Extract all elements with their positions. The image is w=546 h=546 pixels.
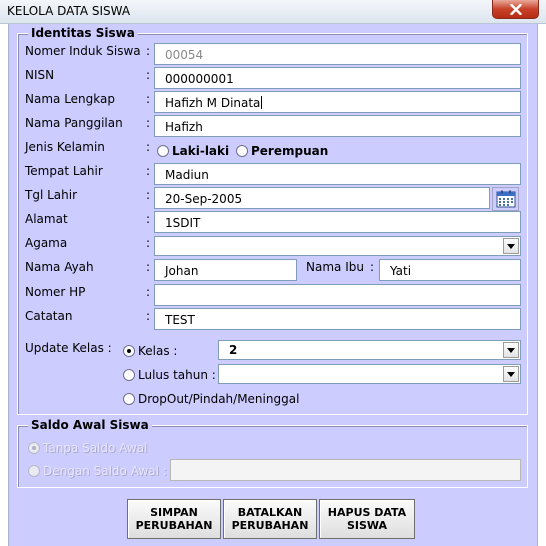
agama-label: Agama	[25, 236, 68, 250]
nama-ayah-label: Nama Ayah	[25, 260, 94, 274]
nisn-colon: :	[146, 68, 151, 82]
radio-lulus[interactable]: Lulus tahun :	[123, 368, 216, 382]
saldo-group-title: Saldo Awal Siswa	[28, 418, 152, 432]
tempat-lahir-label: Tempat Lahir	[25, 164, 103, 178]
radio-dengan-saldo[interactable]: Dengan Saldo Awal :	[28, 464, 167, 478]
tempat-lahir-colon: :	[146, 164, 151, 178]
calendar-icon	[496, 190, 515, 208]
nama-lengkap-value: Hafizh M Dinata	[165, 96, 261, 110]
agama-select[interactable]	[154, 236, 521, 256]
calendar-button[interactable]	[492, 187, 519, 211]
radio-kelas-circle[interactable]	[123, 345, 135, 357]
agama-colon: :	[146, 236, 151, 250]
nis-label: Nomer Induk Siswa	[25, 44, 141, 58]
identitas-group-title: Identitas Siswa	[28, 26, 138, 40]
nomer-hp-colon: :	[146, 285, 151, 299]
nama-lengkap-label: Nama Lengkap	[25, 92, 115, 106]
nis-colon: :	[146, 44, 151, 58]
saldo-amount-field[interactable]	[170, 459, 521, 481]
radio-dropout-circle[interactable]	[123, 393, 135, 405]
catatan-field[interactable]: TEST	[154, 308, 521, 330]
tgl-lahir-label: Tgl Lahir	[25, 188, 78, 202]
nama-panggilan-colon: :	[146, 116, 151, 130]
nama-lengkap-field[interactable]: Hafizh M Dinata	[154, 91, 521, 113]
update-kelas-label: Update Kelas :	[25, 341, 112, 355]
nama-panggilan-field[interactable]: Hafizh	[154, 115, 521, 137]
radio-dropout[interactable]: DropOut/Pindah/Meninggal	[123, 392, 299, 406]
radio-tanpa-saldo-label: Tanpa Saldo Awal	[43, 441, 148, 455]
kelas-value: 2	[229, 343, 238, 357]
radio-dengan-saldo-circle[interactable]	[28, 465, 40, 477]
nama-lengkap-colon: :	[146, 92, 151, 106]
chevron-down-icon	[507, 371, 515, 377]
alamat-label: Alamat	[25, 212, 68, 226]
radio-laki-laki-label: Laki-laki	[172, 144, 230, 158]
close-button[interactable]	[492, 0, 539, 19]
alamat-field[interactable]: 1SDIT	[154, 211, 521, 233]
radio-laki-laki[interactable]: Laki-laki	[157, 144, 229, 158]
tgl-lahir-field[interactable]: 20-Sep-2005	[154, 187, 490, 209]
nisn-label: NISN	[25, 68, 55, 82]
nomer-hp-field[interactable]	[154, 284, 521, 306]
kelas-dropdown-button[interactable]	[503, 342, 519, 358]
radio-tanpa-saldo[interactable]: Tanpa Saldo Awal	[28, 441, 147, 455]
close-icon	[509, 3, 522, 15]
hapus-data-siswa-button[interactable]: HAPUS DATA SISWA	[319, 499, 415, 539]
lulus-dropdown-button[interactable]	[503, 366, 519, 382]
nomer-hp-label: Nomer HP	[25, 285, 86, 299]
radio-perempuan[interactable]: Perempuan	[236, 144, 328, 158]
chevron-down-icon	[507, 243, 515, 249]
nama-ibu-colon: :	[370, 260, 375, 274]
window-title: KELOLA DATA SISWA	[7, 4, 131, 18]
radio-tanpa-saldo-circle[interactable]	[28, 442, 40, 454]
catatan-label: Catatan	[25, 309, 73, 323]
window-title-bar: KELOLA DATA SISWA	[0, 0, 546, 24]
radio-kelas[interactable]: Kelas :	[123, 344, 177, 358]
nis-field[interactable]: 00054	[154, 43, 521, 65]
catatan-colon: :	[146, 309, 151, 323]
nama-ibu-field[interactable]: Yati	[379, 259, 521, 281]
nama-ibu-label: Nama Ibu	[306, 260, 364, 274]
text-caret	[261, 96, 263, 109]
radio-perempuan-circle[interactable]	[236, 145, 248, 157]
nama-panggilan-label: Nama Panggilan	[25, 116, 123, 130]
lulus-select[interactable]	[218, 364, 521, 384]
nama-ayah-colon: :	[146, 260, 151, 274]
radio-lulus-circle[interactable]	[123, 369, 135, 381]
radio-dengan-saldo-label: Dengan Saldo Awal :	[43, 464, 167, 478]
radio-laki-laki-circle[interactable]	[157, 145, 169, 157]
nama-ayah-field[interactable]: Johan	[154, 259, 297, 281]
batalkan-perubahan-button[interactable]: BATALKAN PERUBAHAN	[223, 499, 317, 539]
alamat-colon: :	[146, 212, 151, 226]
tgl-lahir-colon: :	[146, 188, 151, 202]
agama-dropdown-button[interactable]	[503, 238, 519, 254]
simpan-perubahan-button[interactable]: SIMPAN PERUBAHAN	[127, 499, 221, 539]
radio-dropout-label: DropOut/Pindah/Meninggal	[138, 392, 300, 406]
radio-perempuan-label: Perempuan	[251, 144, 329, 158]
jenis-kelamin-colon: :	[146, 140, 151, 154]
form-body: Identitas Siswa Nomer Induk Siswa : 0005…	[8, 24, 538, 546]
kelas-select[interactable]: 2	[218, 340, 521, 360]
tempat-lahir-field[interactable]: Madiun	[154, 163, 521, 185]
radio-lulus-label: Lulus tahun :	[138, 368, 216, 382]
nisn-field[interactable]: 000000001	[154, 67, 521, 89]
radio-kelas-label: Kelas :	[138, 344, 178, 358]
jenis-kelamin-label: Jenis Kelamin	[25, 140, 105, 154]
chevron-down-icon	[507, 347, 515, 353]
